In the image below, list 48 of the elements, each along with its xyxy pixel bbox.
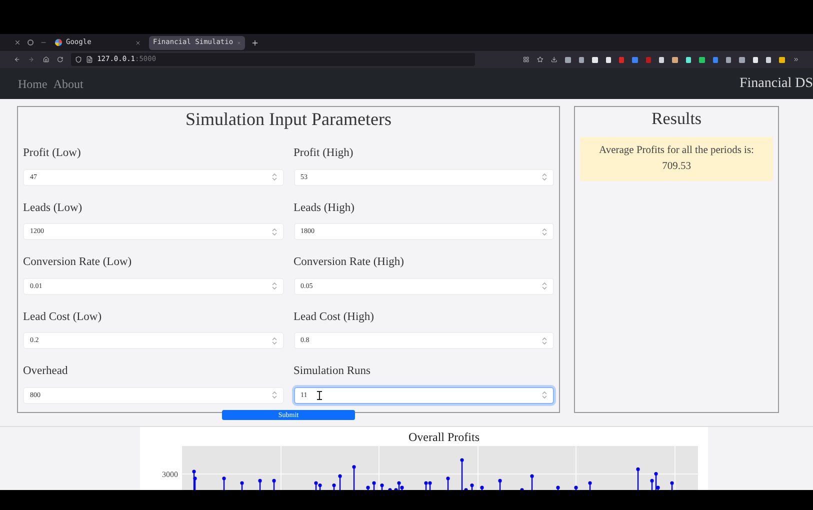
nav-link[interactable]: About bbox=[53, 74, 84, 92]
download-icon[interactable] bbox=[551, 56, 558, 63]
field-label: Leads (Low) bbox=[23, 202, 84, 214]
field-label: Leads (High) bbox=[294, 202, 356, 214]
page-icon bbox=[86, 56, 94, 63]
panel-title: Simulation Input Parameters bbox=[184, 110, 392, 128]
extension-icon[interactable] bbox=[606, 56, 611, 62]
extension-icon[interactable] bbox=[699, 56, 705, 62]
back-icon[interactable] bbox=[14, 56, 20, 63]
extension-icon[interactable] bbox=[739, 56, 745, 62]
field-label: Profit (High) bbox=[294, 148, 354, 160]
bookmark-star-icon[interactable] bbox=[536, 56, 544, 63]
overflow-icon[interactable] bbox=[792, 56, 800, 63]
extension-icon[interactable] bbox=[779, 56, 785, 62]
extension-icon[interactable] bbox=[766, 56, 772, 62]
field-label: Lead Cost (High) bbox=[294, 312, 375, 323]
new-tab-icon[interactable] bbox=[251, 38, 259, 46]
extension-icon[interactable] bbox=[659, 56, 664, 62]
extension-icon[interactable] bbox=[592, 56, 598, 62]
extension-icon[interactable] bbox=[726, 56, 732, 62]
home-icon[interactable] bbox=[42, 56, 49, 63]
extension-icon[interactable] bbox=[578, 56, 584, 62]
window-icon[interactable] bbox=[27, 39, 34, 46]
text-cursor-icon bbox=[317, 390, 322, 400]
nav-link[interactable]: Home bbox=[18, 74, 48, 92]
axis-tick-label: 3000 bbox=[161, 469, 179, 481]
field-label: Conversion Rate (Low) bbox=[23, 257, 133, 268]
field-label: Profit (Low) bbox=[23, 148, 82, 160]
globe-icon bbox=[55, 39, 62, 46]
field-label: Overhead bbox=[23, 366, 69, 378]
extension-icon[interactable] bbox=[672, 56, 678, 62]
field-label: Lead Cost (Low) bbox=[23, 312, 103, 323]
reload-icon[interactable] bbox=[56, 56, 64, 63]
panel-title: Results bbox=[650, 110, 703, 127]
close-icon[interactable] bbox=[14, 39, 21, 46]
field-label: Simulation Runs bbox=[294, 366, 372, 378]
result-value: 709.53 bbox=[662, 160, 691, 174]
brand-title[interactable]: Financial DS bbox=[740, 73, 813, 94]
extension-icon[interactable] bbox=[752, 56, 758, 62]
extension-icon[interactable] bbox=[565, 56, 571, 62]
close-tab-icon[interactable] bbox=[135, 40, 141, 46]
field-label: Conversion Rate (High) bbox=[294, 257, 406, 268]
shield-icon bbox=[75, 56, 82, 63]
forward-icon[interactable] bbox=[28, 56, 35, 63]
chart-title: Overall Profits bbox=[408, 431, 480, 443]
result-message: Average Profits for all the periods is: bbox=[599, 144, 754, 158]
extension-icon[interactable] bbox=[686, 56, 692, 62]
grid-icon[interactable] bbox=[522, 56, 529, 63]
